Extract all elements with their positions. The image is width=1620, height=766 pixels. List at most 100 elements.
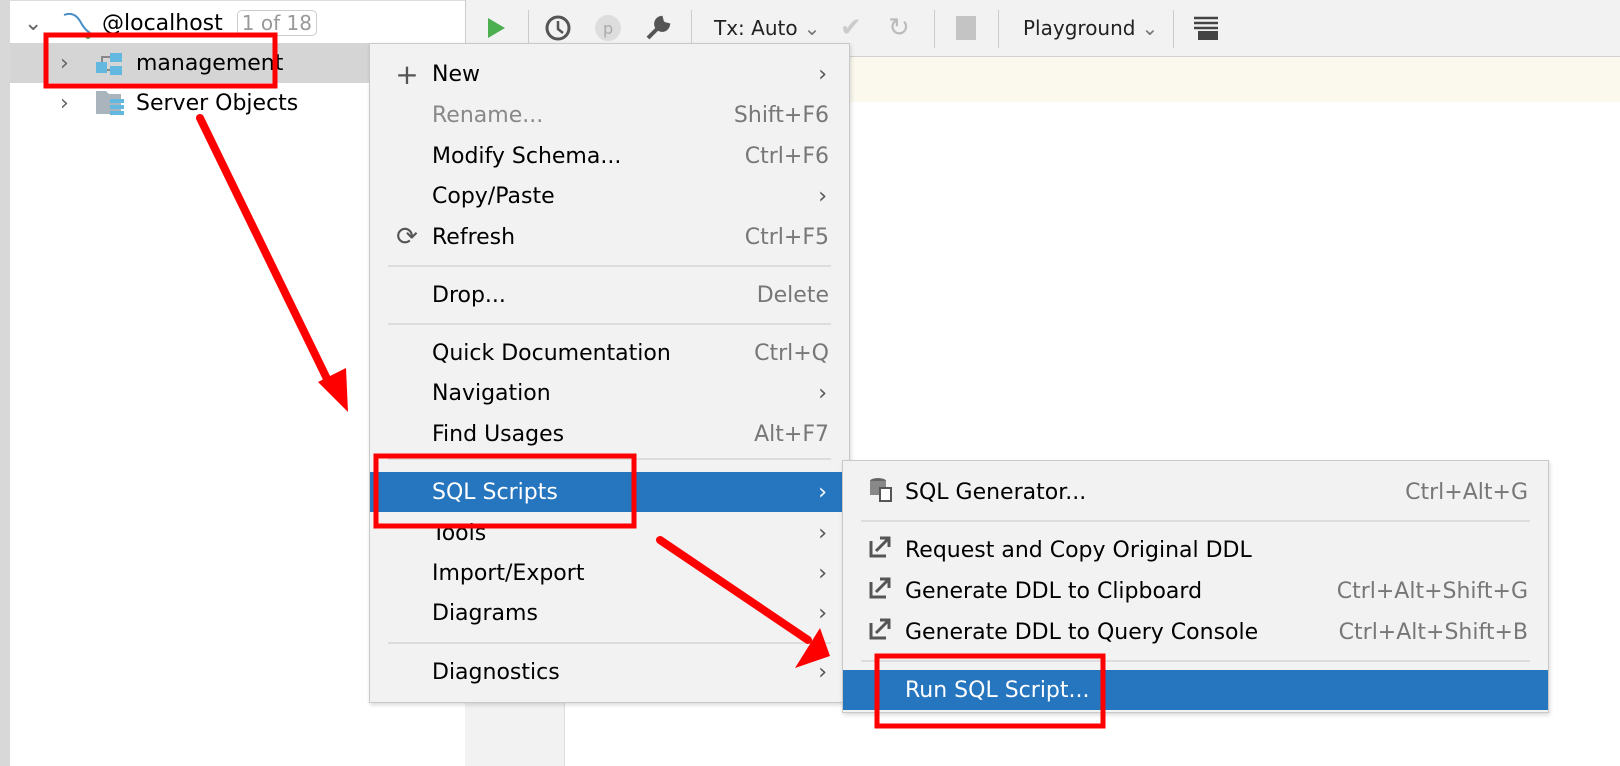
chevron-right-icon: › [818, 560, 827, 586]
menu-shortcut: Ctrl+F5 [744, 224, 829, 250]
chevron-right-icon: › [818, 61, 827, 87]
menu-item-refresh[interactable]: ⟳ Refresh Ctrl+F5 [370, 217, 849, 257]
count-badge: 1 of 18 [236, 10, 317, 36]
menu-separator [388, 323, 831, 325]
playground-dropdown[interactable]: Playground ⌄ [1023, 10, 1158, 46]
menu-item-diagrams[interactable]: Diagrams › [370, 593, 849, 633]
menu-label: Modify Schema... [432, 143, 622, 169]
menu-shortcut: Ctrl+Alt+Shift+B [1338, 619, 1528, 645]
chevron-right-icon[interactable]: › [60, 91, 69, 116]
wrench-icon [646, 15, 671, 40]
chevron-right-icon: › [818, 380, 827, 406]
menu-item-find-usages[interactable]: Find Usages Alt+F7 [370, 414, 849, 454]
menu-label: Rename... [432, 102, 544, 128]
server-objects-icon [96, 91, 124, 115]
submenu-item-ddl-query-console[interactable]: Generate DDL to Query Console Ctrl+Alt+Sh… [843, 612, 1548, 652]
submenu-item-ddl-clipboard[interactable]: Generate DDL to Clipboard Ctrl+Alt+Shift+… [843, 571, 1548, 611]
menu-item-import-export[interactable]: Import/Export › [370, 553, 849, 593]
schema-icon [96, 53, 122, 75]
menu-label: Import/Export [432, 560, 585, 586]
playground-label: Playground [1023, 16, 1136, 40]
menu-label: Quick Documentation [432, 340, 671, 366]
transaction-mode-dropdown[interactable]: Tx: Auto ⌄ [714, 10, 820, 46]
submenu-item-run-sql-script[interactable]: Run SQL Script... [843, 670, 1548, 710]
menu-shortcut: Alt+F7 [754, 421, 829, 447]
menu-label: Diagnostics [432, 659, 560, 685]
submenu-item-request-copy-ddl[interactable]: Request and Copy Original DDL [843, 530, 1548, 570]
menu-shortcut: Delete [756, 282, 829, 308]
menu-label: Find Usages [432, 421, 565, 447]
menu-label: Generate DDL to Clipboard [905, 578, 1203, 604]
menu-label: Navigation [432, 380, 551, 406]
refresh-icon: ⟳ [396, 222, 418, 252]
menu-shortcut: Shift+F6 [733, 102, 829, 128]
menu-label: Copy/Paste [432, 183, 555, 209]
tool-window-strip [0, 0, 10, 766]
menu-item-sql-scripts[interactable]: SQL Scripts › [370, 472, 849, 512]
menu-shortcut: Ctrl+Alt+Shift+G [1336, 578, 1528, 604]
chevron-right-icon: › [818, 479, 827, 505]
history-button[interactable] [544, 10, 572, 46]
menu-separator [388, 458, 831, 460]
chevron-down-icon[interactable]: ⌄ [24, 11, 42, 36]
menu-separator [861, 660, 1530, 662]
plus-icon: + [395, 57, 419, 91]
menu-item-tools[interactable]: Tools › [370, 513, 849, 553]
sql-generator-icon [867, 476, 893, 508]
chevron-right-icon: › [818, 183, 827, 209]
commit-button[interactable]: ✔ [840, 10, 862, 46]
menu-label: Refresh [432, 224, 516, 250]
menu-item-quick-documentation[interactable]: Quick Documentation Ctrl+Q [370, 333, 849, 373]
settings-button[interactable] [644, 10, 672, 46]
menu-label: Request and Copy Original DDL [905, 537, 1252, 563]
tree-node-label: management [136, 50, 284, 76]
export-arrow-icon [867, 576, 893, 606]
menu-shortcut: Ctrl+Q [754, 340, 829, 366]
tree-node-label: @localhost [102, 10, 223, 36]
menu-separator [388, 265, 831, 267]
output-table-button[interactable] [1192, 10, 1220, 46]
toolbar-divider [1173, 10, 1174, 48]
menu-shortcut: Ctrl+F6 [744, 143, 829, 169]
menu-label: SQL Scripts [432, 479, 558, 505]
chevron-right-icon[interactable]: › [60, 51, 69, 76]
menu-item-navigation[interactable]: Navigation › [370, 373, 849, 413]
menu-item-diagnostics[interactable]: Diagnostics › [370, 652, 849, 692]
menu-item-drop[interactable]: Drop... Delete [370, 275, 849, 315]
tree-node-label: Server Objects [136, 90, 299, 116]
rollback-button[interactable]: ↻ [888, 10, 910, 46]
toolbar-divider [998, 10, 999, 48]
toolbar-divider [934, 10, 935, 48]
svg-text:p: p [603, 19, 613, 38]
menu-item-modify-schema[interactable]: Modify Schema... Ctrl+F6 [370, 136, 849, 176]
menu-item-rename[interactable]: Rename... Shift+F6 [370, 95, 849, 135]
menu-shortcut: Ctrl+Alt+G [1405, 479, 1528, 505]
menu-label: Tools [432, 520, 487, 546]
menu-separator [861, 520, 1530, 522]
parameters-button[interactable]: p [594, 10, 622, 46]
menu-label: SQL Generator... [905, 479, 1087, 505]
clock-icon [545, 15, 571, 41]
tree-node-localhost[interactable]: ⌄ @localhost 1 of 18 [10, 3, 465, 43]
context-menu: + New › Rename... Shift+F6 Modify Schema...… [369, 43, 850, 703]
chevron-down-icon: ⌄ [803, 16, 821, 40]
stop-button[interactable] [956, 10, 976, 46]
submenu-item-sql-generator[interactable]: SQL Generator... Ctrl+Alt+G [843, 472, 1548, 512]
undo-icon: ↻ [888, 13, 910, 43]
menu-label: Drop... [432, 282, 506, 308]
mysql-dolphin-icon [63, 12, 91, 39]
parameter-icon: p [595, 15, 621, 41]
menu-label: Diagrams [432, 600, 538, 626]
menu-label: Run SQL Script... [905, 677, 1090, 703]
menu-label: New [432, 61, 480, 87]
menu-separator [388, 642, 831, 644]
chevron-right-icon: › [818, 520, 827, 546]
menu-item-copy-paste[interactable]: Copy/Paste › [370, 176, 849, 216]
table-icon [1194, 16, 1218, 40]
menu-item-new[interactable]: + New › [370, 54, 849, 94]
stop-icon [956, 16, 976, 40]
export-arrow-icon [867, 617, 893, 647]
run-button[interactable] [486, 10, 506, 46]
menu-label: Generate DDL to Query Console [905, 619, 1259, 645]
check-icon: ✔ [840, 13, 862, 43]
